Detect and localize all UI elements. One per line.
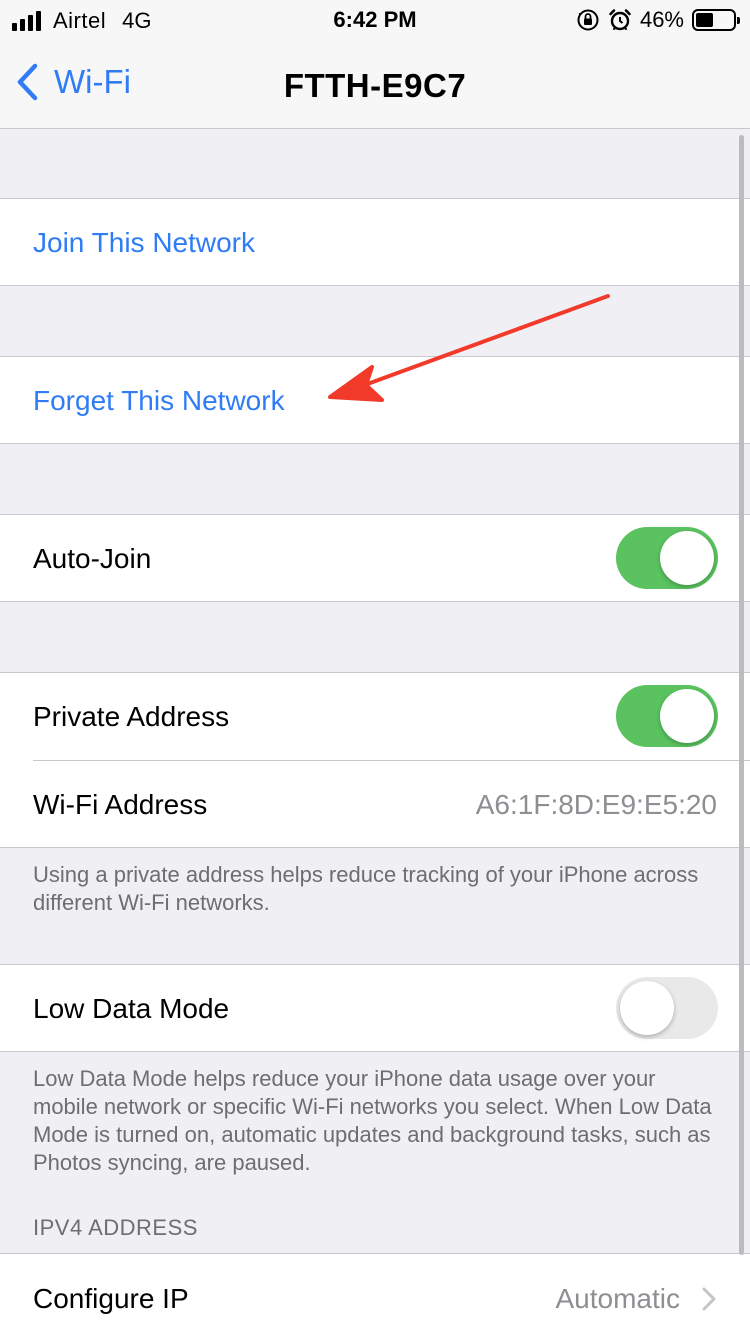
private-address-footer: Using a private address helps reduce tra… <box>33 862 699 915</box>
ipv4-section-header: IPV4 ADDRESS <box>33 1215 198 1240</box>
configure-ip-value: Automatic <box>555 1283 681 1314</box>
configure-ip-row[interactable]: Configure IP Automatic <box>0 1253 750 1334</box>
auto-join-toggle[interactable] <box>616 527 718 589</box>
private-address-group: Private Address Wi-Fi Address A6:1F:8D:E… <box>0 672 750 848</box>
join-network-row[interactable]: Join This Network <box>0 198 750 286</box>
configure-ip-label: Configure IP <box>33 1283 189 1314</box>
forget-network-button[interactable]: Forget This Network <box>33 385 285 417</box>
status-bar: Airtel 4G 6:42 PM 46% <box>0 0 750 40</box>
wifi-network-detail-screen: Airtel 4G 6:42 PM 46% Wi-Fi FTTH-E9C7 Jo… <box>0 0 750 1334</box>
toggle-knob <box>660 689 714 743</box>
toggle-knob <box>620 981 674 1035</box>
toggle-knob <box>660 531 714 585</box>
private-address-toggle[interactable] <box>616 685 718 747</box>
auto-join-row: Auto-Join <box>0 514 750 602</box>
navigation-bar: Wi-Fi FTTH-E9C7 <box>0 40 750 129</box>
battery-fill <box>696 13 713 27</box>
orientation-lock-icon <box>577 9 599 31</box>
low-data-mode-label: Low Data Mode <box>33 993 230 1024</box>
low-data-mode-row: Low Data Mode <box>0 964 750 1052</box>
auto-join-label: Auto-Join <box>33 543 152 574</box>
battery-cap <box>737 17 740 24</box>
low-data-mode-footer: Low Data Mode helps reduce your iPhone d… <box>33 1066 712 1175</box>
chevron-right-icon <box>702 1287 716 1311</box>
status-bar-right: 46% <box>576 7 740 33</box>
wifi-address-value: A6:1F:8D:E9:E5:20 <box>475 789 717 820</box>
battery-icon <box>692 9 740 31</box>
private-address-label: Private Address <box>33 701 230 732</box>
scroll-indicator[interactable] <box>739 135 744 1255</box>
wifi-address-label: Wi-Fi Address <box>33 789 208 820</box>
forget-network-row[interactable]: Forget This Network <box>0 356 750 444</box>
page-title: FTTH-E9C7 <box>283 67 467 104</box>
alarm-icon <box>609 9 631 31</box>
battery-percentage: 46% <box>639 7 684 32</box>
join-network-button[interactable]: Join This Network <box>33 227 255 259</box>
low-data-mode-toggle[interactable] <box>616 977 718 1039</box>
row-divider <box>33 760 750 761</box>
